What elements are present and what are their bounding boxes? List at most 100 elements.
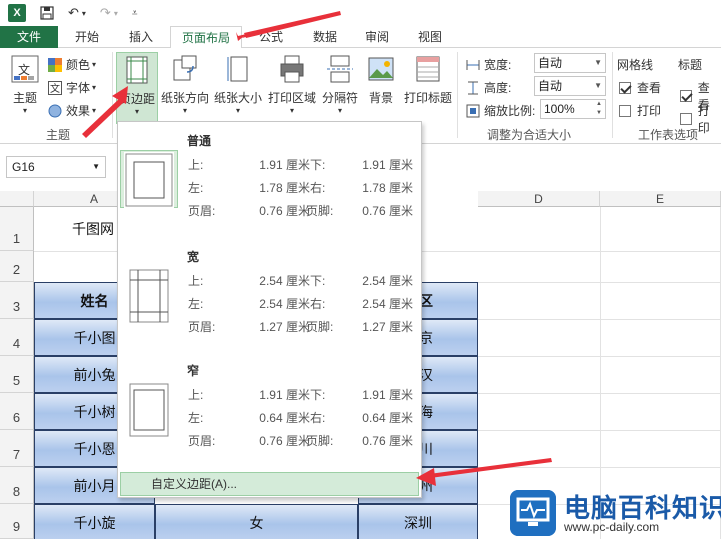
margins-icon: [126, 56, 148, 84]
preset-label: 页脚:: [306, 434, 334, 448]
tab-home[interactable]: 开始: [66, 26, 108, 48]
preset-label: 下:: [310, 388, 326, 402]
preset-label: 页脚:: [306, 204, 334, 218]
cell-c9[interactable]: 深圳: [358, 504, 478, 539]
grid-line: [478, 430, 721, 431]
cell-a9[interactable]: 千小旋: [34, 504, 155, 539]
orientation-dropdown-icon: ▾: [182, 106, 187, 115]
row-header-4[interactable]: 4: [0, 319, 34, 356]
preset-label: 左:: [188, 181, 204, 195]
preset-value: 1.27 厘米: [259, 320, 310, 334]
effects-button[interactable]: 效果 ▾: [48, 102, 96, 119]
fonts-label: 字体: [66, 81, 91, 95]
row-header-8[interactable]: 8: [0, 467, 34, 504]
themes-button[interactable]: 文 主题 ▾: [6, 54, 44, 115]
orientation-button[interactable]: 纸张方向 ▾: [160, 54, 210, 115]
breaks-button[interactable]: 分隔符 ▾: [320, 54, 360, 115]
save-icon[interactable]: [40, 6, 54, 20]
preset-name: 窄: [187, 364, 200, 378]
gridlines-view-checkbox[interactable]: 查看: [619, 79, 661, 96]
tab-page-layout[interactable]: 页面布局: [170, 26, 242, 49]
themes-label: 主题: [12, 91, 37, 105]
select-all-corner[interactable]: [0, 191, 34, 207]
narrow-margins-icon: [124, 382, 174, 438]
preset-label: 页眉:: [188, 320, 216, 334]
redo-icon[interactable]: ↷: [100, 5, 111, 21]
undo-dropdown-icon[interactable]: ▾: [82, 9, 86, 18]
fonts-button[interactable]: 文 字体 ▾: [48, 79, 96, 96]
size-label: 纸张大小: [213, 91, 262, 105]
scale-spinner[interactable]: 100% ▲ ▼: [540, 99, 606, 119]
preset-value: 0.64 厘米: [362, 411, 413, 425]
margin-preset-narrow[interactable]: 窄 上: 1.91 厘米 下: 1.91 厘米 左: 0.64 厘米 右: 0.…: [118, 352, 421, 464]
tab-file[interactable]: 文件: [0, 26, 58, 48]
preset-value: 0.76 厘米: [362, 434, 413, 448]
fonts-icon: 文: [48, 80, 62, 95]
tab-insert[interactable]: 插入: [120, 26, 162, 48]
tab-review[interactable]: 审阅: [356, 26, 398, 48]
preset-label: 下:: [310, 274, 326, 288]
checkbox-checked-icon: [680, 90, 692, 102]
preset-value: 0.76 厘米: [259, 204, 310, 218]
tab-formulas[interactable]: 公式: [250, 26, 292, 48]
preset-value: 1.78 厘米: [362, 181, 413, 195]
redo-dropdown-icon[interactable]: ▾: [114, 9, 118, 18]
preset-label: 页眉:: [188, 204, 216, 218]
width-label-row: 宽度:: [466, 56, 511, 73]
svg-text:文: 文: [50, 82, 60, 95]
print-area-button[interactable]: 打印区域 ▾: [266, 54, 318, 115]
checkbox-icon: [680, 113, 692, 125]
margins-button[interactable]: 页边距 ▾: [116, 52, 158, 124]
customize-toolbar-icon[interactable]: ⩡: [132, 8, 138, 19]
custom-margins-item[interactable]: 自定义边距(A)...: [120, 472, 419, 496]
ribbon-tab-bar: 文件 开始 插入 页面布局 公式 数据 审阅 视图: [0, 26, 721, 49]
print-area-label: 打印区域: [267, 91, 316, 105]
row-header-9[interactable]: 9: [0, 504, 34, 539]
quick-access-toolbar: X ↶ ▾ ↷ ▾ ⩡: [0, 0, 721, 26]
excel-logo-icon: X: [8, 4, 26, 22]
group-divider: [457, 52, 458, 138]
row-header-5[interactable]: 5: [0, 356, 34, 393]
column-header-d[interactable]: D: [478, 191, 600, 207]
scale-label: 缩放比例:: [484, 104, 536, 118]
height-select-value: 自动: [538, 79, 563, 93]
scale-spinner-value: 100%: [544, 102, 575, 116]
margin-preset-wide[interactable]: 宽 上: 2.54 厘米 下: 2.54 厘米 左: 2.54 厘米 右: 2.…: [118, 238, 421, 350]
svg-text:文: 文: [18, 62, 30, 77]
breaks-label: 分隔符: [321, 91, 358, 105]
margins-dropdown-menu: 普通 上: 1.91 厘米 下: 1.91 厘米 左: 1.78 厘米 右: 1…: [117, 121, 422, 498]
tab-data[interactable]: 数据: [304, 26, 346, 48]
preset-value: 1.91 厘米: [259, 388, 310, 402]
row-header-6[interactable]: 6: [0, 393, 34, 430]
width-select[interactable]: 自动 ▼: [534, 53, 606, 73]
row-header-7[interactable]: 7: [0, 430, 34, 467]
cell-b9[interactable]: 女: [155, 504, 358, 539]
row-header-1[interactable]: 1: [0, 207, 34, 251]
grid-line: [478, 467, 721, 468]
preset-value: 1.78 厘米: [259, 181, 310, 195]
name-box[interactable]: G16 ▼: [6, 156, 106, 178]
height-select[interactable]: 自动 ▼: [534, 76, 606, 96]
undo-icon[interactable]: ↶: [68, 5, 79, 21]
spinner-arrows-icon[interactable]: ▲ ▼: [596, 100, 602, 118]
gridlines-print-label: 打印: [637, 104, 662, 118]
size-button[interactable]: 纸张大小 ▾: [212, 54, 264, 115]
preset-value: 0.76 厘米: [362, 204, 413, 218]
preset-label: 右:: [310, 181, 326, 195]
row-header-3[interactable]: 3: [0, 282, 34, 319]
preset-value: 1.27 厘米: [362, 320, 413, 334]
gridlines-print-checkbox[interactable]: 打印: [619, 102, 661, 119]
column-header-e[interactable]: E: [600, 191, 721, 207]
effects-icon: [48, 104, 62, 117]
grid-line: [478, 319, 721, 320]
margins-dropdown-icon: ▾: [134, 107, 139, 116]
tab-view[interactable]: 视图: [409, 26, 451, 48]
colors-button[interactable]: 颜色 ▾: [48, 56, 96, 73]
background-button[interactable]: 背景: [362, 54, 400, 106]
scale-group-label: 调整为合适大小: [486, 128, 571, 142]
preset-label: 下:: [310, 158, 326, 172]
row-header-2[interactable]: 2: [0, 251, 34, 282]
margin-preset-normal[interactable]: 普通 上: 1.91 厘米 下: 1.91 厘米 左: 1.78 厘米 右: 1…: [118, 122, 421, 234]
scale-label-row: 缩放比例:: [466, 102, 535, 119]
print-titles-button[interactable]: 打印标题: [402, 54, 454, 106]
